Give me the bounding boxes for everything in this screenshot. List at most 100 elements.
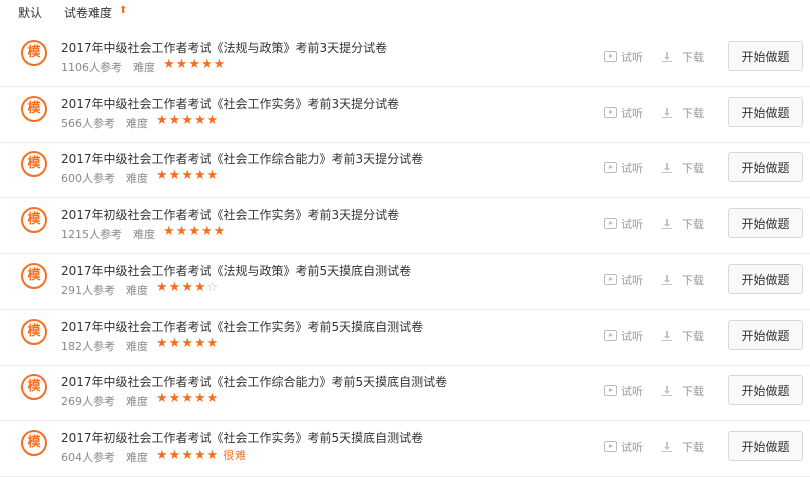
difficulty-stars: ★★★★★	[156, 168, 219, 183]
star-filled-icon: ★	[188, 57, 201, 72]
try-listen-button[interactable]: 试听	[604, 216, 643, 232]
star-filled-icon: ★	[156, 391, 169, 406]
try-listen-button[interactable]: 试听	[604, 439, 643, 455]
star-filled-icon: ★	[156, 336, 169, 351]
try-label: 试听	[621, 330, 643, 343]
start-exam-button[interactable]: 开始做题	[728, 264, 803, 294]
paper-row: 模 2017年中级社会工作者考试《社会工作实务》考前5天摸底自测试卷 182人参…	[0, 309, 810, 366]
download-label: 下载	[682, 162, 704, 175]
difficulty-stars: ★★★★★	[163, 57, 226, 72]
difficulty-stars: ★★★★☆	[156, 280, 219, 295]
paper-title[interactable]: 2017年中级社会工作者考试《社会工作综合能力》考前5天摸底自测试卷	[61, 373, 447, 390]
play-icon	[604, 441, 617, 452]
mock-exam-badge-icon: 模	[21, 96, 47, 122]
paper-row: 模 2017年中级社会工作者考试《社会工作综合能力》考前5天摸底自测试卷 269…	[0, 364, 810, 421]
difficulty-label: 难度	[126, 340, 148, 353]
difficulty-label: 难度	[126, 117, 148, 130]
star-filled-icon: ★	[163, 57, 176, 72]
paper-title[interactable]: 2017年中级社会工作者考试《法规与政策》考前3天提分试卷	[61, 39, 387, 56]
difficulty-label: 难度	[126, 395, 148, 408]
download-button[interactable]: 下载	[662, 272, 704, 288]
download-button[interactable]: 下载	[662, 160, 704, 176]
start-exam-button[interactable]: 开始做题	[728, 320, 803, 350]
paper-meta: 269人参考 难度 ★★★★★	[61, 391, 218, 409]
mock-exam-badge-icon: 模	[21, 40, 47, 66]
star-filled-icon: ★	[206, 336, 220, 351]
difficulty-stars: ★★★★★	[163, 224, 226, 239]
try-listen-button[interactable]: 试听	[604, 272, 643, 288]
participant-count: 269人参考	[61, 395, 115, 408]
play-icon	[604, 107, 617, 118]
participant-count: 1215人参考	[61, 228, 122, 241]
star-filled-icon: ★	[213, 224, 227, 239]
start-exam-button[interactable]: 开始做题	[728, 41, 803, 71]
star-filled-icon: ★	[156, 168, 169, 183]
download-button[interactable]: 下载	[662, 383, 704, 399]
paper-meta: 291人参考 难度 ★★★★☆	[61, 280, 218, 298]
download-label: 下载	[682, 51, 704, 64]
download-icon	[662, 275, 672, 285]
download-icon	[662, 108, 672, 118]
star-filled-icon: ★	[181, 168, 194, 183]
paper-row: 模 2017年中级社会工作者考试《法规与政策》考前5天摸底自测试卷 291人参考…	[0, 253, 810, 310]
paper-meta: 604人参考 难度 ★★★★★ 很难	[61, 448, 246, 465]
paper-title[interactable]: 2017年中级社会工作者考试《法规与政策》考前5天摸底自测试卷	[61, 262, 411, 279]
paper-row: 模 2017年中级社会工作者考试《社会工作实务》考前3天提分试卷 566人参考 …	[0, 86, 810, 143]
badge-char: 模	[27, 156, 41, 171]
star-filled-icon: ★	[193, 280, 207, 295]
sort-difficulty-option[interactable]: 试卷难度	[64, 4, 112, 21]
start-exam-button[interactable]: 开始做题	[728, 375, 803, 405]
try-listen-button[interactable]: 试听	[604, 49, 643, 65]
download-icon	[662, 386, 672, 396]
badge-char: 模	[27, 45, 41, 60]
play-icon	[604, 330, 617, 341]
badge-char: 模	[27, 435, 41, 450]
try-listen-button[interactable]: 试听	[604, 160, 643, 176]
paper-title[interactable]: 2017年中级社会工作者考试《社会工作综合能力》考前3天提分试卷	[61, 150, 423, 167]
participant-count: 600人参考	[61, 172, 115, 185]
paper-title[interactable]: 2017年中级社会工作者考试《社会工作实务》考前3天提分试卷	[61, 95, 399, 112]
download-button[interactable]: 下载	[662, 49, 704, 65]
try-listen-button[interactable]: 试听	[604, 105, 643, 121]
sort-default-option[interactable]: 默认	[18, 4, 42, 21]
start-exam-button[interactable]: 开始做题	[728, 208, 803, 238]
try-listen-button[interactable]: 试听	[604, 328, 643, 344]
mock-exam-badge-icon: 模	[21, 207, 47, 233]
difficulty-label: 难度	[126, 284, 148, 297]
paper-title[interactable]: 2017年初级社会工作者考试《社会工作实务》考前3天提分试卷	[61, 206, 399, 223]
badge-char: 模	[27, 268, 41, 283]
paper-title[interactable]: 2017年中级社会工作者考试《社会工作实务》考前5天摸底自测试卷	[61, 318, 423, 335]
mock-exam-badge-icon: 模	[21, 374, 47, 400]
participant-count: 566人参考	[61, 117, 115, 130]
paper-row: 模 2017年初级社会工作者考试《社会工作实务》考前3天提分试卷 1215人参考…	[0, 197, 810, 254]
star-filled-icon: ★	[213, 57, 227, 72]
download-button[interactable]: 下载	[662, 439, 704, 455]
paper-meta: 600人参考 难度 ★★★★★	[61, 168, 218, 186]
download-label: 下载	[682, 330, 704, 343]
start-exam-button[interactable]: 开始做题	[728, 152, 803, 182]
difficulty-label: 难度	[133, 228, 155, 241]
star-filled-icon: ★	[168, 391, 182, 406]
download-button[interactable]: 下载	[662, 105, 704, 121]
play-icon	[604, 385, 617, 396]
start-exam-button[interactable]: 开始做题	[728, 97, 803, 127]
paper-meta: 182人参考 难度 ★★★★★	[61, 336, 218, 354]
start-exam-button[interactable]: 开始做题	[728, 431, 803, 461]
download-label: 下载	[682, 441, 704, 454]
star-filled-icon: ★	[156, 280, 169, 295]
paper-title[interactable]: 2017年初级社会工作者考试《社会工作实务》考前5天摸底自测试卷	[61, 429, 423, 446]
download-label: 下载	[682, 385, 704, 398]
download-button[interactable]: 下载	[662, 216, 704, 232]
download-icon	[662, 52, 672, 62]
star-filled-icon: ★	[181, 113, 194, 128]
sort-bar: 默认 试卷难度 ⬆	[0, 0, 810, 26]
participant-count: 604人参考	[61, 451, 115, 464]
download-label: 下载	[682, 218, 704, 231]
star-filled-icon: ★	[193, 336, 207, 351]
star-filled-icon: ★	[168, 113, 182, 128]
badge-char: 模	[27, 101, 41, 116]
download-button[interactable]: 下载	[662, 328, 704, 344]
star-filled-icon: ★	[175, 224, 189, 239]
try-label: 试听	[621, 162, 643, 175]
try-listen-button[interactable]: 试听	[604, 383, 643, 399]
